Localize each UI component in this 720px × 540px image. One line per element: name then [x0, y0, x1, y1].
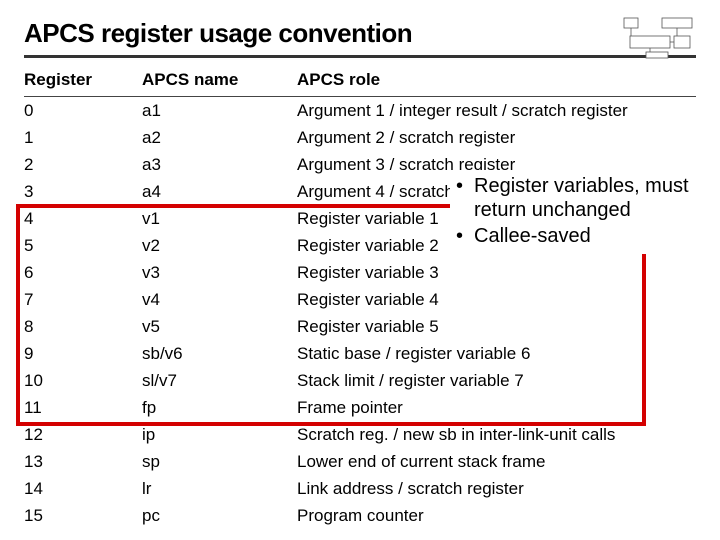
- cell-apcs-name: sb/v6: [142, 340, 297, 367]
- cell-register: 6: [24, 259, 142, 286]
- callout-item: Register variables, must return unchange…: [456, 174, 704, 222]
- cell-apcs-name: a4: [142, 178, 297, 205]
- register-table: Register APCS name APCS role 0a1Argument…: [24, 66, 696, 529]
- cell-register: 12: [24, 421, 142, 448]
- table-row: 14lrLink address / scratch register: [24, 475, 696, 502]
- cell-apcs-name: a3: [142, 151, 297, 178]
- table-row: 11fpFrame pointer: [24, 394, 696, 421]
- table-row: 10sl/v7Stack limit / register variable 7: [24, 367, 696, 394]
- table-row: 0a1Argument 1 / integer result / scratch…: [24, 97, 696, 125]
- table-row: 8v5Register variable 5: [24, 313, 696, 340]
- table-row: 1a2Argument 2 / scratch register: [24, 124, 696, 151]
- cell-apcs-role: Scratch reg. / new sb in inter-link-unit…: [297, 421, 696, 448]
- cell-apcs-name: v3: [142, 259, 297, 286]
- block-diagram-icon: [622, 16, 694, 60]
- header-apcs-name: APCS name: [142, 66, 297, 97]
- cell-apcs-role: Program counter: [297, 502, 696, 529]
- table-row: 12ipScratch reg. / new sb in inter-link-…: [24, 421, 696, 448]
- cell-register: 5: [24, 232, 142, 259]
- cell-register: 9: [24, 340, 142, 367]
- cell-apcs-name: pc: [142, 502, 297, 529]
- cell-apcs-role: Register variable 4: [297, 286, 696, 313]
- header-register: Register: [24, 66, 142, 97]
- cell-register: 0: [24, 97, 142, 125]
- cell-apcs-role: Static base / register variable 6: [297, 340, 696, 367]
- cell-register: 4: [24, 205, 142, 232]
- cell-apcs-role: Stack limit / register variable 7: [297, 367, 696, 394]
- cell-register: 14: [24, 475, 142, 502]
- cell-apcs-role: Argument 1 / integer result / scratch re…: [297, 97, 696, 125]
- cell-register: 13: [24, 448, 142, 475]
- cell-apcs-name: fp: [142, 394, 297, 421]
- cell-apcs-name: a1: [142, 97, 297, 125]
- table-row: 7v4Register variable 4: [24, 286, 696, 313]
- cell-register: 8: [24, 313, 142, 340]
- cell-register: 1: [24, 124, 142, 151]
- callout-item: Callee-saved: [456, 224, 704, 248]
- cell-apcs-name: a2: [142, 124, 297, 151]
- cell-apcs-role: Frame pointer: [297, 394, 696, 421]
- cell-register: 2: [24, 151, 142, 178]
- table-header-row: Register APCS name APCS role: [24, 66, 696, 97]
- table-row: 13spLower end of current stack frame: [24, 448, 696, 475]
- cell-apcs-name: v2: [142, 232, 297, 259]
- header-apcs-role: APCS role: [297, 66, 696, 97]
- cell-apcs-name: sl/v7: [142, 367, 297, 394]
- cell-apcs-role: Register variable 5: [297, 313, 696, 340]
- cell-register: 7: [24, 286, 142, 313]
- table-row: 15pcProgram counter: [24, 502, 696, 529]
- table-row: 6v3Register variable 3: [24, 259, 696, 286]
- cell-apcs-name: ip: [142, 421, 297, 448]
- cell-apcs-role: Lower end of current stack frame: [297, 448, 696, 475]
- cell-register: 11: [24, 394, 142, 421]
- cell-apcs-role: Argument 2 / scratch register: [297, 124, 696, 151]
- cell-apcs-name: v5: [142, 313, 297, 340]
- cell-apcs-name: sp: [142, 448, 297, 475]
- cell-register: 10: [24, 367, 142, 394]
- cell-apcs-role: Link address / scratch register: [297, 475, 696, 502]
- page-title: APCS register usage convention: [24, 18, 696, 58]
- cell-register: 15: [24, 502, 142, 529]
- cell-apcs-role: Register variable 3: [297, 259, 696, 286]
- cell-apcs-name: v4: [142, 286, 297, 313]
- cell-register: 3: [24, 178, 142, 205]
- table-row: 9sb/v6Static base / register variable 6: [24, 340, 696, 367]
- cell-apcs-name: v1: [142, 205, 297, 232]
- cell-apcs-name: lr: [142, 475, 297, 502]
- callout-box: Register variables, must return unchange…: [450, 170, 710, 254]
